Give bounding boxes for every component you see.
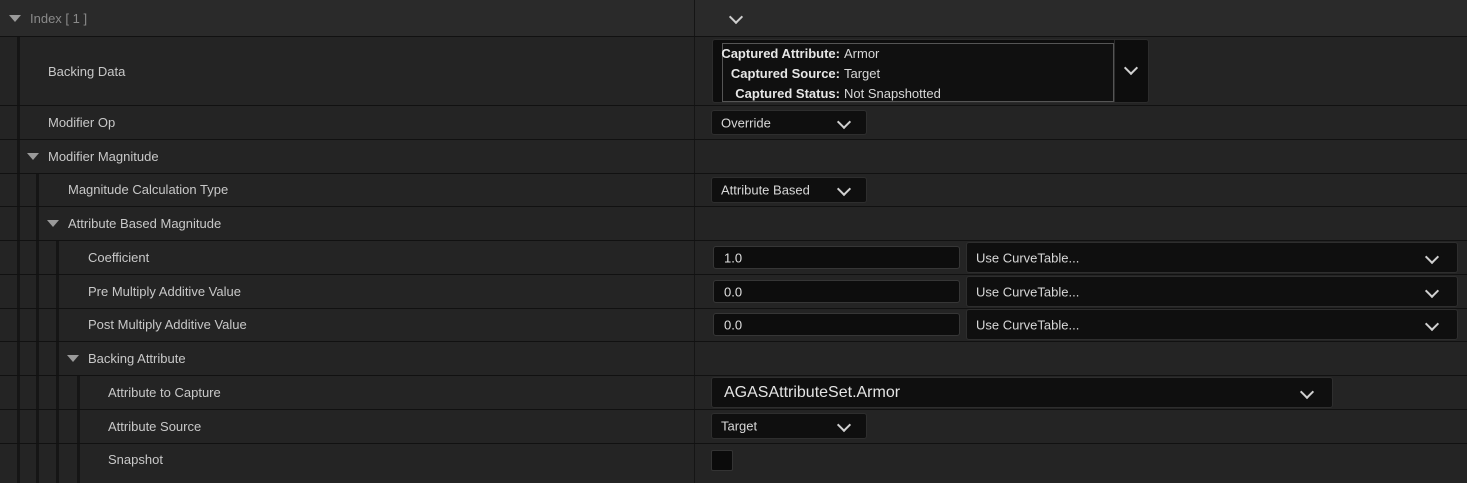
attribute-source-dropdown[interactable]: Target xyxy=(711,413,867,439)
chevron-down-icon xyxy=(1123,60,1139,76)
coefficient-input[interactable]: 1.0 xyxy=(713,246,960,269)
attribute-to-capture-dropdown[interactable]: AGASAttributeSet.Armor xyxy=(711,377,1333,408)
magnitude-calc-value: Attribute Based xyxy=(721,182,810,198)
chevron-down-icon xyxy=(836,114,852,130)
post-multiply-curve-dropdown[interactable]: Use CurveTable... xyxy=(966,309,1458,340)
index-dropdown-chevron-icon[interactable] xyxy=(728,9,744,25)
attribute-source-label: Attribute Source xyxy=(108,419,202,434)
captured-attribute-key: Captured Attribute: xyxy=(721,46,840,61)
modifier-op-value: Override xyxy=(721,115,771,130)
coefficient-row: Coefficient 1.0 Use CurveTable... xyxy=(0,241,1467,275)
pre-multiply-value: 0.0 xyxy=(724,284,743,299)
attribute-source-value: Target xyxy=(721,418,758,434)
snapshot-row: Snapshot xyxy=(0,444,1467,483)
post-multiply-curve-value: Use CurveTable... xyxy=(976,317,1080,332)
post-multiply-value: 0.0 xyxy=(724,317,743,332)
backing-data-row: Backing Data Captured Attribute: Armor C… xyxy=(0,37,1467,106)
chevron-down-icon xyxy=(1424,249,1440,265)
captured-status-key: Captured Status: xyxy=(735,86,840,101)
backing-data-combo[interactable]: Captured Attribute: Armor Captured Sourc… xyxy=(712,39,1149,103)
backing-attribute-row[interactable]: Backing Attribute xyxy=(0,342,1467,376)
pre-multiply-row: Pre Multiply Additive Value 0.0 Use Curv… xyxy=(0,275,1467,309)
post-multiply-label: Post Multiply Additive Value xyxy=(88,317,247,332)
attribute-to-capture-row: Attribute to Capture AGASAttributeSet.Ar… xyxy=(0,376,1467,410)
collapse-triangle-icon[interactable] xyxy=(9,15,21,22)
chevron-down-icon xyxy=(836,417,852,433)
captured-source-value: Target xyxy=(844,66,881,81)
magnitude-calc-label: Magnitude Calculation Type xyxy=(68,182,229,197)
magnitude-calc-dropdown[interactable]: Attribute Based xyxy=(711,177,867,203)
modifier-op-row: Modifier Op Override xyxy=(0,106,1467,140)
magnitude-calc-row: Magnitude Calculation Type Attribute Bas… xyxy=(0,174,1467,207)
modifier-op-label: Modifier Op xyxy=(48,115,116,130)
attribute-to-capture-value: AGASAttributeSet.Armor xyxy=(724,383,901,401)
captured-status-value: Not Snapshotted xyxy=(844,86,941,101)
pre-multiply-curve-value: Use CurveTable... xyxy=(976,284,1080,299)
expand-triangle-icon[interactable] xyxy=(27,153,39,160)
chevron-down-icon xyxy=(836,181,852,197)
backing-data-label: Backing Data xyxy=(48,64,126,79)
post-multiply-input[interactable]: 0.0 xyxy=(713,313,960,336)
attribute-based-row[interactable]: Attribute Based Magnitude xyxy=(0,207,1467,241)
attribute-to-capture-label: Attribute to Capture xyxy=(108,385,221,400)
pre-multiply-input[interactable]: 0.0 xyxy=(713,280,960,303)
details-panel: Index [ 1 ] Backing Data Captured Attrib… xyxy=(0,0,1467,483)
modifier-op-dropdown[interactable]: Override xyxy=(711,110,867,135)
index-header[interactable]: Index [ 1 ] xyxy=(0,0,695,36)
pre-multiply-curve-dropdown[interactable]: Use CurveTable... xyxy=(966,276,1458,307)
snapshot-label: Snapshot xyxy=(108,452,163,467)
chevron-down-icon xyxy=(1299,384,1315,400)
captured-attribute-value: Armor xyxy=(844,46,880,61)
coefficient-label: Coefficient xyxy=(88,250,150,265)
attribute-based-label: Attribute Based Magnitude xyxy=(68,216,222,231)
captured-source-key: Captured Source: xyxy=(730,66,840,81)
modifier-magnitude-label: Modifier Magnitude xyxy=(48,149,159,164)
index-row: Index [ 1 ] xyxy=(0,0,1467,37)
coefficient-curve-dropdown[interactable]: Use CurveTable... xyxy=(966,242,1458,273)
backing-data-dropdown-button[interactable] xyxy=(1114,40,1149,102)
backing-attribute-label: Backing Attribute xyxy=(88,351,186,366)
expand-triangle-icon[interactable] xyxy=(47,220,59,227)
chevron-down-icon xyxy=(1424,316,1440,332)
pre-multiply-label: Pre Multiply Additive Value xyxy=(88,284,241,299)
snapshot-checkbox[interactable] xyxy=(711,450,733,471)
post-multiply-row: Post Multiply Additive Value 0.0 Use Cur… xyxy=(0,309,1467,342)
coefficient-value: 1.0 xyxy=(724,250,743,265)
index-label: Index [ 1 ] xyxy=(30,11,88,26)
captured-info-box: Captured Attribute: Armor Captured Sourc… xyxy=(721,43,1114,102)
coefficient-curve-value: Use CurveTable... xyxy=(976,250,1080,265)
modifier-magnitude-row[interactable]: Modifier Magnitude xyxy=(0,140,1467,174)
expand-triangle-icon[interactable] xyxy=(67,355,79,362)
attribute-source-row: Attribute Source Target xyxy=(0,410,1467,444)
chevron-down-icon xyxy=(1424,283,1440,299)
